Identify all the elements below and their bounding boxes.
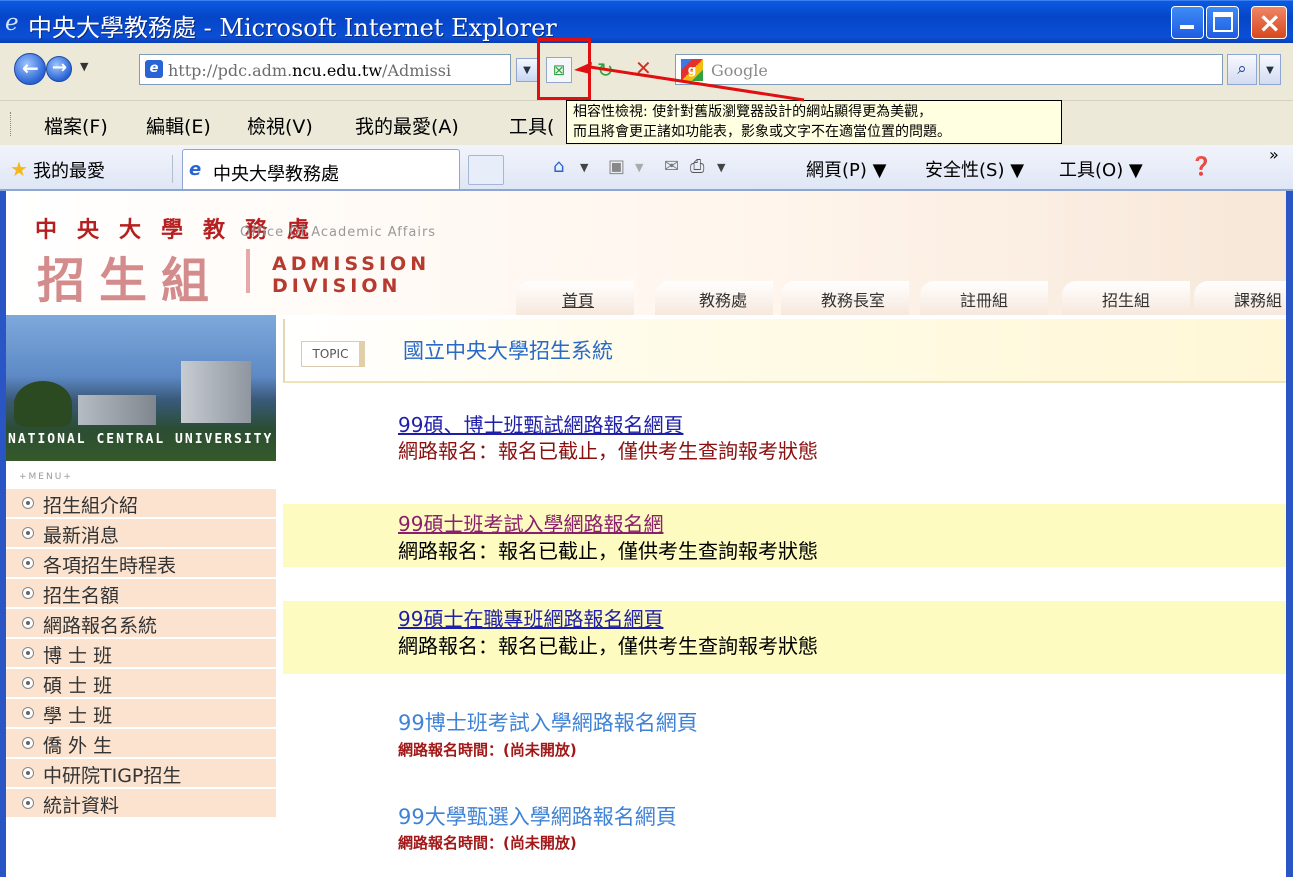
division-en-line-2: DIVISION: [272, 275, 402, 297]
office-name-en: Office Of Academic Affairs: [240, 225, 437, 240]
entry-status: 網路報名時間：(尚未開放): [398, 741, 577, 759]
sidebar-item-quota[interactable]: 招生名額: [6, 579, 276, 608]
list-item: 99碩士在職專班網路報名網頁 網路報名：報名已截止，僅供考生查詢報考狀態: [283, 601, 1286, 674]
photo-building-tall: [181, 361, 251, 423]
sidebar-item-intro[interactable]: 招生組介紹: [6, 489, 276, 518]
sidebar-item-bachelor[interactable]: 學 士 班: [6, 699, 276, 728]
bullet-icon: [22, 647, 34, 659]
entry-link-phd-masters-screening[interactable]: 99碩、博士班甄試網路報名網頁: [398, 409, 683, 438]
page-viewport: 中央大學教務處 Office Of Academic Affairs 招生組 A…: [0, 191, 1293, 877]
bullet-icon: [22, 527, 34, 539]
entry-link-masters-exam[interactable]: 99碩士班考試入學網路報名網: [398, 508, 663, 537]
sidebar-item-statistics[interactable]: 統計資料: [6, 789, 276, 818]
list-item: 99大學甄選入學網路報名網頁 網路報名時間：(尚未開放): [283, 791, 1286, 861]
nav-tab-academic-affairs[interactable]: 教務處: [655, 281, 773, 315]
sidebar-item-tigp[interactable]: 中研院TIGP招生: [6, 759, 276, 788]
nav-tab-dean-office[interactable]: 教務長室: [781, 281, 909, 315]
division-name-cn: 招生組: [37, 253, 224, 309]
bullet-icon: [22, 707, 34, 719]
sidebar-item-overseas[interactable]: 僑 外 生: [6, 729, 276, 758]
entry-link-inservice-masters[interactable]: 99碩士在職專班網路報名網頁: [398, 603, 663, 632]
photo-building-low: [78, 395, 156, 425]
entry-title-undergrad-selection: 99大學甄選入學網路報名網頁: [398, 805, 677, 829]
university-caption: NATIONAL CENTRAL UNIVERSITY: [8, 432, 274, 447]
entry-status: 網路報名：報名已截止，僅供考生查詢報考狀態: [398, 634, 818, 658]
list-item: 99博士班考試入學網路報名網頁 網路報名時間：(尚未開放): [283, 697, 1286, 767]
sidebar-item-online-registration[interactable]: 網路報名系統: [6, 609, 276, 638]
bullet-icon: [22, 557, 34, 569]
sidebar-item-phd[interactable]: 博 士 班: [6, 639, 276, 668]
entry-title-phd-exam: 99博士班考試入學網路報名網頁: [398, 711, 698, 735]
bullet-icon: [22, 497, 34, 509]
entry-status: 網路報名：報名已截止，僅供考生查詢報考狀態: [398, 539, 818, 563]
sidebar-item-news[interactable]: 最新消息: [6, 519, 276, 548]
page-title: 國立中央大學招生系統: [403, 339, 613, 363]
sidebar: NATIONAL CENTRAL UNIVERSITY +MENU+ 招生組介紹…: [6, 315, 276, 877]
nav-tab-home[interactable]: 首頁: [516, 281, 634, 315]
sidebar-item-masters[interactable]: 碩 士 班: [6, 669, 276, 698]
bullet-icon: [22, 797, 34, 809]
bullet-icon: [22, 767, 34, 779]
nav-tab-curriculum[interactable]: 課務組: [1194, 281, 1286, 315]
bullet-icon: [22, 587, 34, 599]
list-item: 99碩、博士班甄試網路報名網頁 網路報名：報名已截止，僅供考生查詢報考狀態: [283, 397, 1286, 473]
nav-tab-admission[interactable]: 招生組: [1062, 281, 1190, 315]
topic-bar: TOPIC 國立中央大學招生系統: [283, 319, 1286, 383]
bullet-icon: [22, 617, 34, 629]
list-item: 99碩士班考試入學網路報名網 網路報名：報名已截止，僅供考生查詢報考狀態: [283, 504, 1286, 567]
campus-photo: NATIONAL CENTRAL UNIVERSITY: [6, 315, 276, 461]
bullet-icon: [22, 677, 34, 689]
header-divider: [246, 249, 250, 293]
entry-status: 網路報名：報名已截止，僅供考生查詢報考狀態: [398, 439, 818, 463]
entry-status: 網路報名時間：(尚未開放): [398, 834, 577, 852]
nav-tab-registration[interactable]: 註冊組: [920, 281, 1048, 315]
photo-tree: [14, 381, 72, 427]
site-header: 中央大學教務處 Office Of Academic Affairs 招生組 A…: [6, 191, 1286, 315]
sidebar-item-schedule[interactable]: 各項招生時程表: [6, 549, 276, 578]
topic-tag: TOPIC: [301, 341, 365, 367]
division-en-line-1: ADMISSION: [272, 253, 431, 275]
bullet-icon: [22, 737, 34, 749]
menu-heading: +MENU+: [19, 472, 73, 482]
